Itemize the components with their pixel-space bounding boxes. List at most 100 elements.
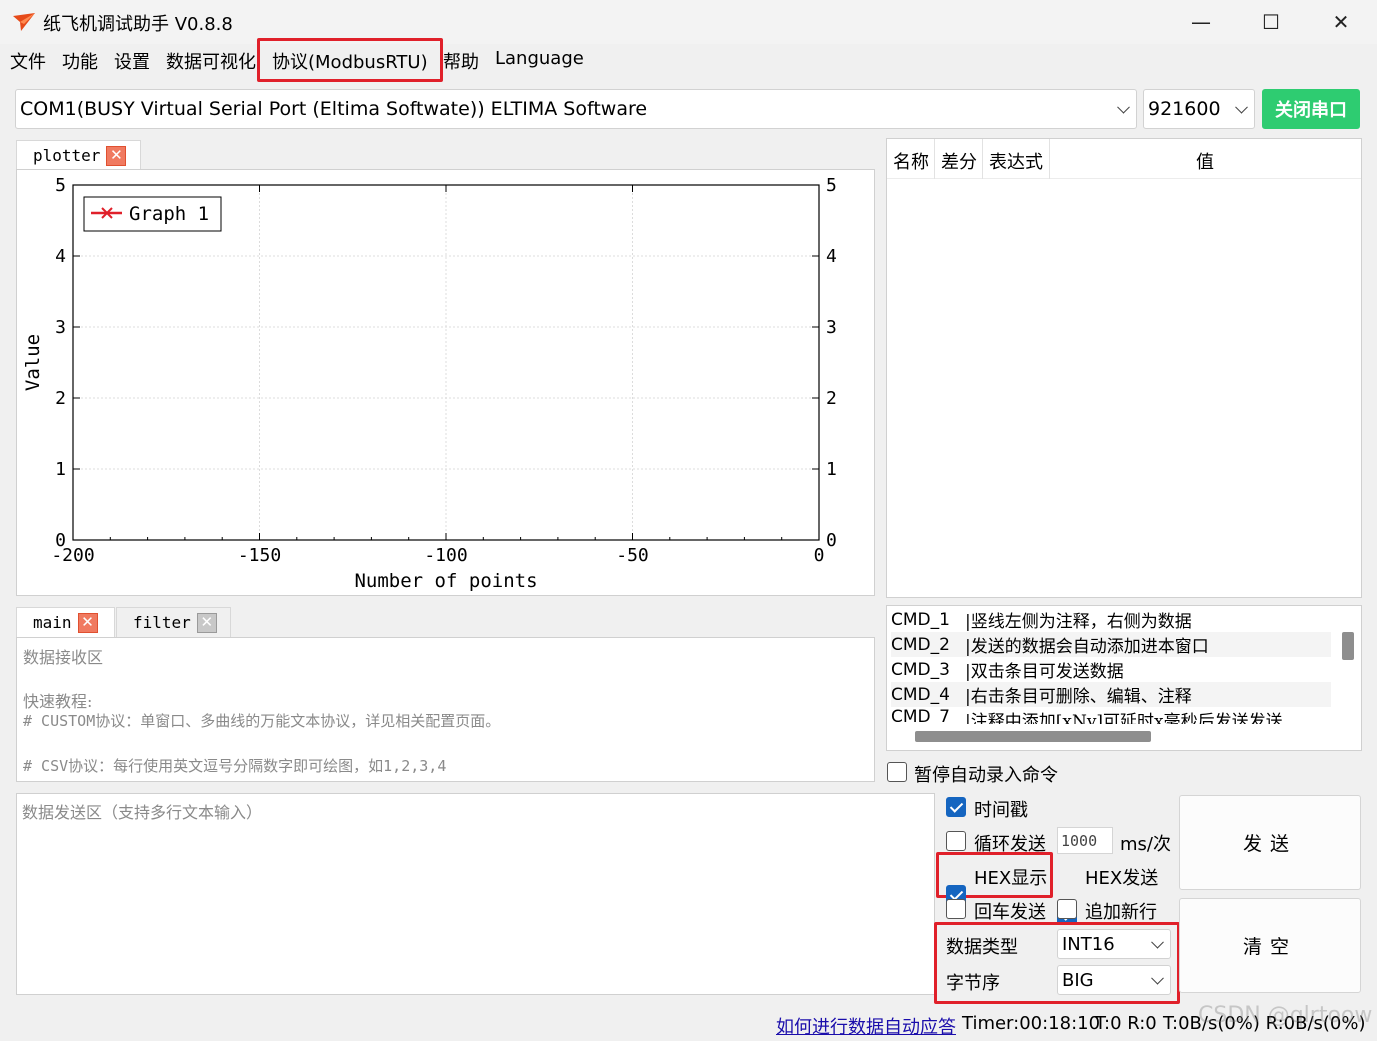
append-newline-checkbox[interactable] [1057,899,1077,919]
command-name: CMD_4 [891,684,950,705]
y-tick-label: 3 [55,317,66,338]
column-header-value[interactable]: 值 [1196,148,1214,174]
tab-main[interactable]: main ✕ [16,607,115,637]
menu-function[interactable]: 功能 [62,48,98,74]
byte-order-label: 字节序 [946,973,1000,994]
close-tab-icon[interactable]: ✕ [196,612,217,633]
list-item[interactable]: CMD_2 |发送的数据会自动添加进本窗口 [891,632,1331,657]
send-placeholder: 数据发送区（支持多行文本输入） [22,803,263,822]
hex-send-label: HEX发送 [1085,868,1159,889]
y-tick-label: 4 [55,246,66,267]
list-item[interactable]: CMD_4 |右击条目可删除、编辑、注释 [891,682,1331,707]
menu-visualization[interactable]: 数据可视化 [166,48,256,74]
pause-record-label: 暂停自动录入命令 [914,765,1058,786]
command-name: CMD_7 [891,707,950,724]
status-tx-rx-count: T:0 R:0 [1095,1013,1157,1034]
vertical-scrollbar[interactable] [1342,632,1354,660]
interval-input[interactable]: 1000 [1057,827,1113,854]
chevron-down-icon [1151,935,1164,949]
hex-display-label: HEX显示 [974,868,1048,889]
y-tick-label: 0 [55,530,66,551]
auto-reply-help-link[interactable]: 如何进行数据自动应答 [776,1013,956,1039]
loop-send-checkbox[interactable] [946,831,966,851]
chevron-down-icon [1151,971,1164,985]
timestamp-checkbox[interactable] [946,797,966,817]
command-text: |右击条目可删除、编辑、注释 [965,687,1192,707]
interval-unit-label: ms/次 [1120,834,1171,855]
data-type-label: 数据类型 [946,937,1018,958]
menu-settings[interactable]: 设置 [114,48,150,74]
clear-button[interactable]: 清空 [1179,898,1361,993]
list-item[interactable]: CMD_1 |竖线左侧为注释，右侧为数据 [891,607,1331,632]
column-header-expression[interactable]: 表达式 [989,148,1043,174]
close-port-button[interactable]: 关闭串口 [1262,89,1360,129]
column-divider [982,139,983,179]
y-tick-label-right: 1 [826,459,837,480]
command-text: |竖线左侧为注释，右侧为数据 [965,612,1192,632]
receive-placeholder: 数据接收区 [23,648,104,667]
menu-file[interactable]: 文件 [10,48,46,74]
column-divider [934,139,935,179]
enter-send-checkbox[interactable] [946,899,966,919]
minimize-button[interactable]: — [1166,0,1236,44]
command-text: |注释中添加[xNy]可延时x毫秒后发送发送 [965,712,1283,724]
data-type-select[interactable]: INT16 [1057,929,1171,959]
baud-select[interactable]: 921600 [1143,89,1255,129]
y-tick-label-right: 4 [826,246,837,267]
timestamp-label: 时间戳 [974,800,1028,821]
plot-panel: -200 -150 -100 -50 0 0 0 1 1 2 2 3 3 4 4 5 5 Number of po… [16,169,875,596]
tab-filter[interactable]: filter ✕ [116,607,231,637]
receive-area[interactable]: 数据接收区 快速教程: # CUSTOM协议：单窗口、多曲线的万能文本协议，详见… [16,637,875,782]
receive-tutorial-line: # CSV协议：每行使用英文逗号分隔数字即可绘图，如1,2,3,4 [23,757,447,775]
baud-select-value: 921600 [1148,98,1221,120]
enter-send-label: 回车发送 [974,902,1046,923]
data-type-value: INT16 [1062,933,1115,955]
close-tab-icon[interactable]: ✕ [106,145,127,166]
y-tick-label-right: 5 [826,175,837,196]
port-select-value: COM1(BUSY Virtual Serial Port (Eltima So… [20,98,648,120]
menu-help[interactable]: 帮助 [443,48,479,74]
close-window-button[interactable]: ✕ [1306,0,1376,44]
receive-tutorial-line: # CUSTOM协议：单窗口、多曲线的万能文本协议，详见相关配置页面。 [23,712,501,730]
receive-tutorial-title: 快速教程: [23,692,93,711]
command-text: |发送的数据会自动添加进本窗口 [965,637,1209,657]
column-header-name[interactable]: 名称 [893,148,929,174]
tab-filter-label: filter [133,613,191,632]
y-axis-label: Value [22,334,44,391]
list-item[interactable]: CMD_3 |双击条目可发送数据 [891,657,1331,682]
x-tick-label: 0 [814,545,825,566]
command-list: CMD_1 |竖线左侧为注释，右侧为数据 CMD_2 |发送的数据会自动添加进本… [886,605,1362,751]
menu-language[interactable]: Language [495,48,584,69]
column-divider [1049,139,1050,179]
byte-order-value: BIG [1062,969,1094,991]
column-header-diff[interactable]: 差分 [941,148,977,174]
command-name: CMD_3 [891,659,950,680]
command-name: CMD_2 [891,634,950,655]
line-chart: -200 -150 -100 -50 00 01 12 23 34 45 5Number of po… [22,175,837,592]
append-newline-label: 追加新行 [1085,902,1157,923]
watermark: CSDN @qlrtoow [1198,1003,1373,1028]
x-tick-label: -100 [424,545,467,566]
x-axis-label: Number of points [354,570,537,592]
byte-order-select[interactable]: BIG [1057,965,1171,995]
horizontal-scrollbar[interactable] [915,731,1151,742]
tab-main-label: main [33,613,72,632]
menu-protocol[interactable]: 协议(ModbusRTU) [272,48,428,74]
tab-plotter[interactable]: plotter ✕ [16,140,141,170]
close-tab-icon[interactable]: ✕ [77,612,98,633]
list-item[interactable]: CMD_7 |注释中添加[xNy]可延时x毫秒后发送发送 [891,707,1331,724]
window-title: 纸飞机调试助手 V0.8.8 [43,14,233,35]
y-tick-label: 2 [55,388,66,409]
status-timer: Timer:00:18:10 [962,1013,1101,1034]
command-name: CMD_1 [891,609,950,630]
maximize-button[interactable]: ☐ [1236,0,1306,44]
send-area[interactable]: 数据发送区（支持多行文本输入） [16,793,935,995]
send-button[interactable]: 发送 [1179,795,1361,890]
y-tick-label: 5 [55,175,66,196]
legend-label: Graph 1 [129,203,209,225]
y-tick-label-right: 3 [826,317,837,338]
chevron-down-icon [1235,100,1248,114]
y-tick-label: 1 [55,459,66,480]
port-select[interactable]: COM1(BUSY Virtual Serial Port (Eltima So… [15,89,1137,129]
pause-record-checkbox[interactable] [887,762,907,782]
